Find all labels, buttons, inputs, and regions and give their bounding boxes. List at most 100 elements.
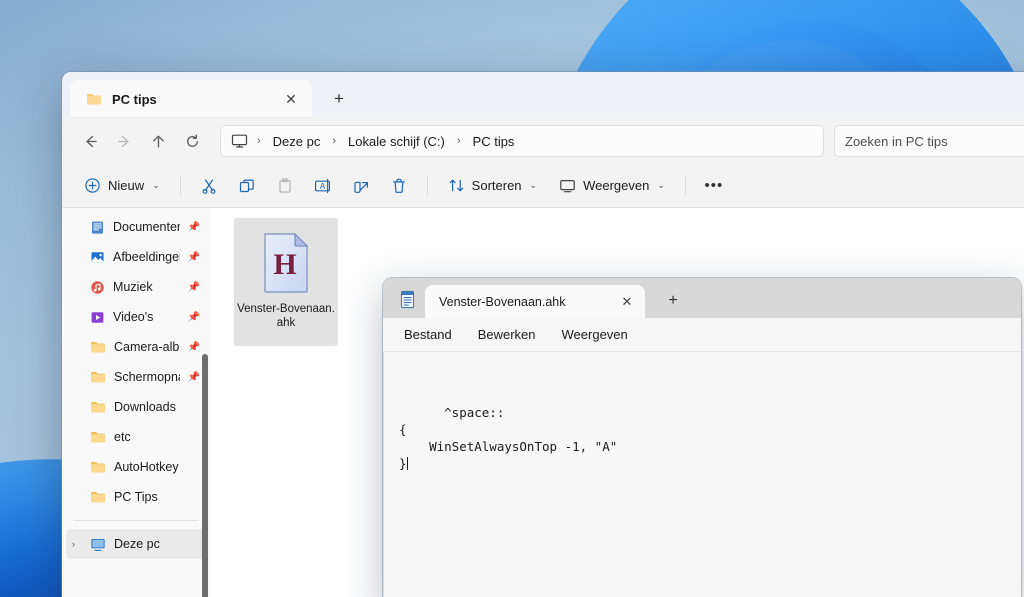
paste-icon: [279, 177, 291, 193]
explorer-address-row: › Deze pc › Lokale schijf (C:) › PC tips…: [62, 118, 1024, 164]
rename-button[interactable]: A: [305, 170, 341, 202]
videos-icon: [91, 311, 104, 323]
folder-icon: [91, 372, 105, 383]
sidebar-item-autohotkey[interactable]: AutoHotkey: [66, 452, 206, 482]
sidebar-item-label: Schermopname: [114, 370, 180, 384]
sidebar-item-label: Camera-album: [114, 340, 180, 354]
pin-icon: 📌: [187, 251, 200, 263]
breadcrumb[interactable]: › Deze pc › Lokale schijf (C:) › PC tips: [220, 125, 824, 157]
new-button[interactable]: Nieuw ⌄: [74, 170, 170, 202]
breadcrumb-item-deze-pc[interactable]: Deze pc: [266, 131, 328, 152]
sidebar-item-documenten[interactable]: Documenten 📌: [66, 212, 206, 242]
sidebar-item-label: Afbeeldingen: [113, 250, 180, 264]
sidebar-item-afbeeldingen[interactable]: Afbeeldingen 📌: [66, 242, 206, 272]
breadcrumb-separator: ›: [332, 135, 337, 147]
notepad-icon: [393, 280, 421, 318]
sort-button-label: Sorteren: [471, 178, 522, 193]
notepad-tab[interactable]: Venster-Bovenaan.ahk ✕: [425, 285, 645, 318]
sidebar-item-label: Documenten: [113, 220, 180, 234]
folder-icon: [91, 492, 105, 503]
explorer-new-tab-button[interactable]: +: [324, 84, 354, 114]
sort-button[interactable]: Sorteren ⌄: [438, 170, 547, 202]
view-button[interactable]: Weergeven ⌄: [549, 170, 675, 202]
file-item-label: Venster-Bovenaan.ahk: [237, 303, 335, 329]
refresh-button[interactable]: [176, 125, 208, 157]
sidebar-item-label: PC Tips: [114, 490, 158, 504]
up-button[interactable]: [142, 125, 174, 157]
pin-icon: 📌: [187, 221, 200, 233]
chevron-right-icon[interactable]: ›: [72, 539, 75, 549]
notepad-new-tab-button[interactable]: +: [659, 287, 687, 315]
pictures-icon: [91, 251, 104, 263]
svg-text:H: H: [273, 248, 296, 281]
toolbar-divider: [179, 175, 181, 196]
scissors-icon: [202, 178, 216, 194]
sidebar-item-videos[interactable]: Video's 📌: [66, 302, 206, 332]
folder-icon: [87, 94, 101, 105]
notepad-tab-title: Venster-Bovenaan.ahk: [439, 294, 566, 309]
chevron-down-icon: ⌄: [152, 180, 160, 190]
sidebar-item-schermopname[interactable]: Schermopname 📌: [66, 362, 206, 392]
folder-icon: [91, 342, 105, 353]
notepad-text-area[interactable]: ^space:: { WinSetAlwaysOnTop -1, "A" }: [383, 352, 1021, 597]
rename-icon: A: [315, 178, 331, 193]
explorer-tab-close-icon[interactable]: ✕: [280, 88, 302, 110]
delete-button[interactable]: [381, 170, 417, 202]
sidebar-item-muziek[interactable]: Muziek 📌: [66, 272, 206, 302]
sidebar-item-label: Downloads: [114, 400, 176, 414]
text-caret: [406, 457, 408, 470]
notepad-tab-strip: Venster-Bovenaan.ahk ✕ +: [383, 278, 1021, 318]
explorer-tab-pc-tips[interactable]: PC tips ✕: [70, 80, 312, 118]
pin-icon: 📌: [187, 311, 200, 323]
file-item-venster-bovenaan[interactable]: H Venster-Bovenaan.ahk: [234, 218, 338, 346]
folder-icon: [91, 462, 105, 473]
menu-bewerken[interactable]: Bewerken: [467, 322, 547, 347]
sidebar-item-etc[interactable]: etc: [66, 422, 206, 452]
explorer-tab-title: PC tips: [112, 91, 157, 107]
sidebar-item-label: Muziek: [113, 280, 153, 294]
chevron-down-icon: ⌄: [657, 180, 665, 190]
share-button[interactable]: [343, 170, 379, 202]
navigation-pane: Documenten 📌 Afbeeldingen 📌 Muziek 📌 Vid…: [62, 208, 210, 597]
sidebar-item-pc-tips[interactable]: PC Tips: [66, 482, 206, 512]
sidebar-divider: [74, 520, 198, 521]
copy-button[interactable]: [229, 170, 265, 202]
svg-text:A: A: [320, 182, 326, 191]
folder-icon: [91, 432, 105, 443]
notepad-tab-close-icon[interactable]: ✕: [617, 292, 637, 312]
more-options-button[interactable]: •••: [696, 170, 732, 202]
pin-icon: 📌: [187, 371, 200, 383]
folder-icon: [91, 402, 105, 413]
toolbar-divider: [426, 175, 428, 196]
sidebar-scrollbar[interactable]: [202, 354, 208, 597]
share-icon: [354, 181, 368, 193]
trash-icon: [392, 178, 405, 193]
notepad-menu-bar: Bestand Bewerken Weergeven: [383, 318, 1021, 352]
explorer-tab-strip: PC tips ✕ +: [62, 72, 1024, 118]
monitor-icon: [560, 179, 575, 192]
notepad-window: Venster-Bovenaan.ahk ✕ + Bestand Bewerke…: [383, 278, 1021, 597]
sidebar-item-deze-pc[interactable]: › Deze pc: [66, 529, 206, 559]
back-button[interactable]: [74, 125, 106, 157]
breadcrumb-item-lokale-schijf[interactable]: Lokale schijf (C:): [341, 131, 452, 152]
pin-icon: 📌: [187, 281, 200, 293]
cut-button[interactable]: [191, 170, 227, 202]
view-button-label: Weergeven: [583, 178, 650, 193]
sidebar-item-camera-album[interactable]: Camera-album 📌: [66, 332, 206, 362]
breadcrumb-item-pc-tips[interactable]: PC tips: [466, 131, 522, 152]
sidebar-item-label: etc: [114, 430, 131, 444]
copy-icon: [239, 179, 254, 192]
breadcrumb-separator: ›: [456, 135, 461, 147]
menu-bestand[interactable]: Bestand: [393, 322, 463, 347]
sidebar-item-downloads[interactable]: Downloads: [66, 392, 206, 422]
search-input[interactable]: Zoeken in PC tips: [834, 125, 1024, 157]
menu-weergeven[interactable]: Weergeven: [551, 322, 639, 347]
paste-button[interactable]: [267, 170, 303, 202]
monitor-icon: [231, 134, 248, 148]
sidebar-item-label: AutoHotkey: [114, 460, 179, 474]
search-placeholder: Zoeken in PC tips: [845, 133, 948, 149]
breadcrumb-separator: ›: [257, 135, 261, 147]
forward-button[interactable]: [108, 125, 140, 157]
pin-icon: 📌: [187, 341, 200, 353]
monitor-icon: [91, 538, 105, 551]
